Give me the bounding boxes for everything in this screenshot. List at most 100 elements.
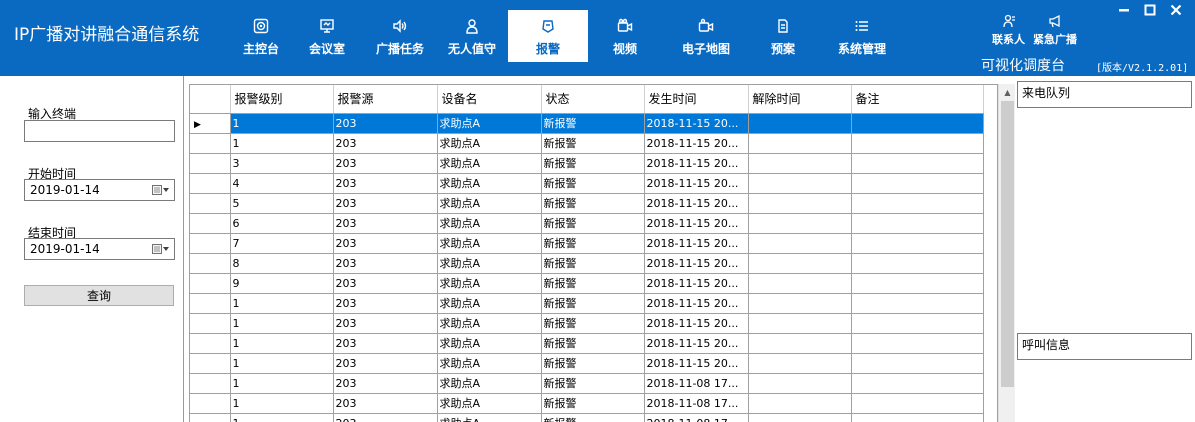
- row-header[interactable]: ▶: [190, 113, 231, 134]
- cell-level[interactable]: 1: [230, 133, 334, 154]
- table-row[interactable]: 6 203 求助点A 新报警 2018-11-15 20...: [190, 213, 984, 234]
- table-row[interactable]: 1 203 求助点A 新报警 2018-11-15 20...: [190, 333, 984, 354]
- cell-device[interactable]: 求助点A: [437, 213, 542, 234]
- cell-device[interactable]: 求助点A: [437, 173, 542, 194]
- table-row[interactable]: 8 203 求助点A 新报警 2018-11-15 20...: [190, 253, 984, 274]
- cell-source[interactable]: 203: [333, 273, 438, 294]
- cell-remark[interactable]: [851, 353, 984, 374]
- minimize-button[interactable]: [1117, 3, 1131, 17]
- table-row[interactable]: 7 203 求助点A 新报警 2018-11-15 20...: [190, 233, 984, 254]
- cell-source[interactable]: 203: [333, 393, 438, 414]
- cell-device[interactable]: 求助点A: [437, 233, 542, 254]
- cell-source[interactable]: 203: [333, 313, 438, 334]
- cell-occur-time[interactable]: 2018-11-15 20...: [644, 173, 749, 194]
- cell-remark[interactable]: [851, 413, 984, 422]
- cell-level[interactable]: 1: [230, 293, 334, 314]
- table-row[interactable]: 1203求助点A新报警2018-11-08 17...: [190, 393, 984, 414]
- cell-source[interactable]: 203: [333, 253, 438, 274]
- cell-level[interactable]: 1: [230, 393, 334, 414]
- table-scrollbar[interactable]: ▲: [998, 84, 1015, 422]
- row-header[interactable]: [190, 293, 231, 314]
- cell-status[interactable]: 新报警: [541, 373, 645, 394]
- row-header[interactable]: [190, 193, 231, 214]
- cell-remark[interactable]: [851, 133, 984, 154]
- cell-occur-time[interactable]: 2018-11-15 20...: [644, 253, 749, 274]
- cell-clear-time[interactable]: [748, 373, 852, 394]
- column-header-source[interactable]: 报警源: [333, 85, 438, 114]
- nav-item-meeting[interactable]: 会议室: [290, 10, 364, 62]
- cell-device[interactable]: 求助点A: [437, 133, 542, 154]
- row-header[interactable]: [190, 273, 231, 294]
- cell-level[interactable]: 1: [230, 413, 334, 422]
- cell-status[interactable]: 新报警: [541, 233, 645, 254]
- cell-status[interactable]: 新报警: [541, 153, 645, 174]
- cell-level[interactable]: 1: [230, 313, 334, 334]
- scroll-up-icon[interactable]: ▲: [999, 84, 1016, 101]
- cell-clear-time[interactable]: [748, 273, 852, 294]
- cell-occur-time[interactable]: 2018-11-08 17...: [644, 373, 749, 394]
- row-header[interactable]: [190, 213, 231, 234]
- cell-source[interactable]: 203: [333, 353, 438, 374]
- cell-status[interactable]: 新报警: [541, 293, 645, 314]
- column-header-device[interactable]: 设备名: [437, 85, 542, 114]
- cell-level[interactable]: 1: [230, 353, 334, 374]
- cell-source[interactable]: 203: [333, 333, 438, 354]
- cell-remark[interactable]: [851, 333, 984, 354]
- cell-device[interactable]: 求助点A: [437, 393, 542, 414]
- cell-occur-time[interactable]: 2018-11-15 20...: [644, 273, 749, 294]
- cell-device[interactable]: 求助点A: [437, 113, 542, 134]
- cell-level[interactable]: 4: [230, 173, 334, 194]
- terminal-input[interactable]: [24, 120, 175, 142]
- nav-item-plan[interactable]: 预案: [750, 10, 816, 62]
- cell-status[interactable]: 新报警: [541, 133, 645, 154]
- cell-occur-time[interactable]: 2018-11-15 20...: [644, 133, 749, 154]
- row-header[interactable]: [190, 313, 231, 334]
- column-header-level[interactable]: 报警级别: [230, 85, 334, 114]
- cell-level[interactable]: 8: [230, 253, 334, 274]
- nav-item-alarm[interactable]: 报警: [508, 10, 588, 62]
- cell-remark[interactable]: [851, 273, 984, 294]
- contacts-button[interactable]: 联系人: [992, 14, 1025, 47]
- cell-occur-time[interactable]: 2018-11-15 20...: [644, 233, 749, 254]
- maximize-button[interactable]: [1143, 3, 1157, 17]
- cell-source[interactable]: 203: [333, 373, 438, 394]
- cell-occur-time[interactable]: 2018-11-15 20...: [644, 333, 749, 354]
- cell-device[interactable]: 求助点A: [437, 313, 542, 334]
- cell-occur-time[interactable]: 2018-11-15 20...: [644, 293, 749, 314]
- table-row[interactable]: 1203求助点A新报警2018-11-08 17...: [190, 373, 984, 394]
- calendar-dropdown-icon[interactable]: [152, 185, 170, 195]
- emergency-broadcast-button[interactable]: 紧急广播: [1033, 14, 1077, 47]
- start-date-picker[interactable]: 2019-01-14: [24, 179, 175, 201]
- cell-clear-time[interactable]: [748, 173, 852, 194]
- cell-occur-time[interactable]: 2018-11-15 20...: [644, 193, 749, 214]
- cell-remark[interactable]: [851, 113, 984, 134]
- column-header-remark[interactable]: 备注: [851, 85, 984, 114]
- cell-level[interactable]: 1: [230, 113, 334, 134]
- scroll-thumb[interactable]: [1001, 101, 1014, 387]
- column-header-occur-time[interactable]: 发生时间: [644, 85, 749, 114]
- cell-clear-time[interactable]: [748, 413, 852, 422]
- nav-item-system[interactable]: 系统管理: [816, 10, 908, 62]
- cell-status[interactable]: 新报警: [541, 273, 645, 294]
- table-row[interactable]: 1 203 求助点A 新报警 2018-11-15 20...: [190, 293, 984, 314]
- cell-status[interactable]: 新报警: [541, 393, 645, 414]
- call-info-box[interactable]: 呼叫信息: [1017, 333, 1192, 360]
- query-button[interactable]: 查询: [24, 285, 174, 306]
- cell-status[interactable]: 新报警: [541, 313, 645, 334]
- cell-status[interactable]: 新报警: [541, 253, 645, 274]
- cell-status[interactable]: 新报警: [541, 413, 645, 422]
- row-header[interactable]: [190, 333, 231, 354]
- cell-remark[interactable]: [851, 153, 984, 174]
- cell-remark[interactable]: [851, 313, 984, 334]
- cell-level[interactable]: 1: [230, 373, 334, 394]
- cell-clear-time[interactable]: [748, 233, 852, 254]
- nav-item-video[interactable]: 视频: [588, 10, 662, 62]
- row-header[interactable]: [190, 253, 231, 274]
- calendar-dropdown-icon[interactable]: [152, 244, 170, 254]
- cell-device[interactable]: 求助点A: [437, 333, 542, 354]
- column-header-clear-time[interactable]: 解除时间: [748, 85, 852, 114]
- cell-source[interactable]: 203: [333, 233, 438, 254]
- cell-remark[interactable]: [851, 193, 984, 214]
- cell-remark[interactable]: [851, 173, 984, 194]
- cell-source[interactable]: 203: [333, 293, 438, 314]
